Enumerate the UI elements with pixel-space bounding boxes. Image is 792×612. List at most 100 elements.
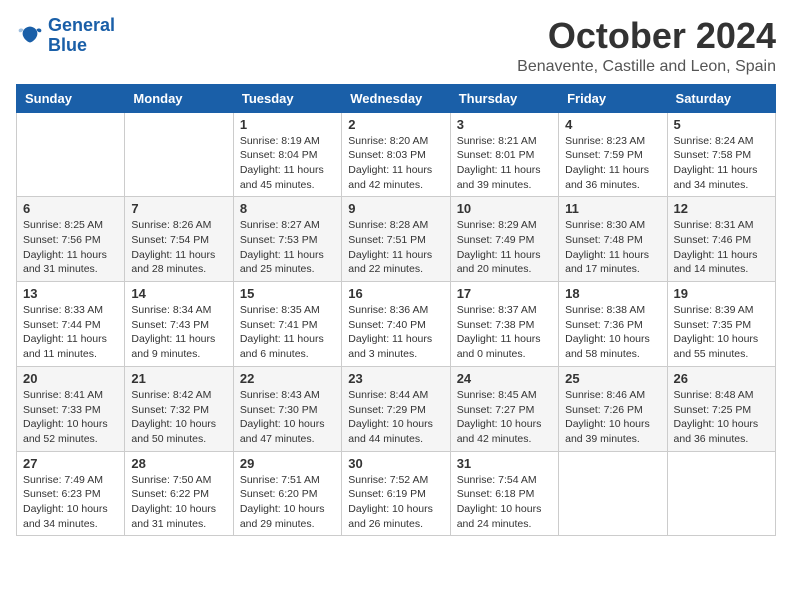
day-detail: Sunrise: 8:31 AMSunset: 7:46 PMDaylight:…	[674, 218, 769, 277]
day-number: 22	[240, 371, 335, 386]
day-number: 1	[240, 117, 335, 132]
day-detail: Sunrise: 8:24 AMSunset: 7:58 PMDaylight:…	[674, 134, 769, 193]
day-number: 10	[457, 201, 552, 216]
day-number: 27	[23, 456, 118, 471]
day-detail: Sunrise: 8:26 AMSunset: 7:54 PMDaylight:…	[131, 218, 226, 277]
day-number: 11	[565, 201, 660, 216]
day-detail: Sunrise: 8:25 AMSunset: 7:56 PMDaylight:…	[23, 218, 118, 277]
day-number: 14	[131, 286, 226, 301]
day-detail: Sunrise: 8:38 AMSunset: 7:36 PMDaylight:…	[565, 303, 660, 362]
calendar-cell: 31 Sunrise: 7:54 AMSunset: 6:18 PMDayligh…	[450, 451, 558, 536]
day-number: 9	[348, 201, 443, 216]
calendar-week-row: 27 Sunrise: 7:49 AMSunset: 6:23 PMDayligh…	[17, 451, 776, 536]
calendar-cell: 21 Sunrise: 8:42 AMSunset: 7:32 PMDayligh…	[125, 366, 233, 451]
calendar-cell: 19Sunrise: 8:39 AMSunset: 7:35 PMDayligh…	[667, 282, 775, 367]
day-detail: Sunrise: 8:41 AMSunset: 7:33 PMDaylight:…	[23, 388, 118, 447]
calendar-cell	[125, 112, 233, 197]
day-number: 7	[131, 201, 226, 216]
day-detail: Sunrise: 8:29 AMSunset: 7:49 PMDaylight:…	[457, 218, 552, 277]
day-number: 20	[23, 371, 118, 386]
day-detail: Sunrise: 7:49 AMSunset: 6:23 PMDaylight:…	[23, 473, 118, 532]
weekday-header-tuesday: Tuesday	[233, 84, 341, 112]
weekday-header-sunday: Sunday	[17, 84, 125, 112]
day-number: 26	[674, 371, 769, 386]
logo-icon	[16, 22, 44, 50]
calendar-cell: 17 Sunrise: 8:37 AMSunset: 7:38 PMDayligh…	[450, 282, 558, 367]
day-detail: Sunrise: 8:33 AMSunset: 7:44 PMDaylight:…	[23, 303, 118, 362]
day-detail: Sunrise: 8:27 AMSunset: 7:53 PMDaylight:…	[240, 218, 335, 277]
calendar-cell: 23Sunrise: 8:44 AMSunset: 7:29 PMDayligh…	[342, 366, 450, 451]
day-detail: Sunrise: 8:34 AMSunset: 7:43 PMDaylight:…	[131, 303, 226, 362]
calendar-table: SundayMondayTuesdayWednesdayThursdayFrid…	[16, 84, 776, 537]
calendar-week-row: 1 Sunrise: 8:19 AMSunset: 8:04 PMDaylight…	[17, 112, 776, 197]
day-number: 21	[131, 371, 226, 386]
day-number: 13	[23, 286, 118, 301]
day-number: 4	[565, 117, 660, 132]
month-title: October 2024	[517, 16, 776, 56]
day-number: 15	[240, 286, 335, 301]
day-number: 3	[457, 117, 552, 132]
day-detail: Sunrise: 7:50 AMSunset: 6:22 PMDaylight:…	[131, 473, 226, 532]
day-detail: Sunrise: 7:51 AMSunset: 6:20 PMDaylight:…	[240, 473, 335, 532]
calendar-cell: 24 Sunrise: 8:45 AMSunset: 7:27 PMDayligh…	[450, 366, 558, 451]
calendar-cell: 4 Sunrise: 8:23 AMSunset: 7:59 PMDaylight…	[559, 112, 667, 197]
day-detail: Sunrise: 8:20 AMSunset: 8:03 PMDaylight:…	[348, 134, 443, 193]
day-detail: Sunrise: 8:46 AMSunset: 7:26 PMDaylight:…	[565, 388, 660, 447]
day-number: 29	[240, 456, 335, 471]
calendar-cell: 6 Sunrise: 8:25 AMSunset: 7:56 PMDaylight…	[17, 197, 125, 282]
logo: General Blue	[16, 16, 115, 56]
calendar-cell: 13 Sunrise: 8:33 AMSunset: 7:44 PMDayligh…	[17, 282, 125, 367]
day-detail: Sunrise: 8:42 AMSunset: 7:32 PMDaylight:…	[131, 388, 226, 447]
calendar-cell	[667, 451, 775, 536]
weekday-header-friday: Friday	[559, 84, 667, 112]
calendar-cell: 8Sunrise: 8:27 AMSunset: 7:53 PMDaylight…	[233, 197, 341, 282]
day-number: 6	[23, 201, 118, 216]
calendar-cell: 26 Sunrise: 8:48 AMSunset: 7:25 PMDayligh…	[667, 366, 775, 451]
calendar-cell: 12 Sunrise: 8:31 AMSunset: 7:46 PMDayligh…	[667, 197, 775, 282]
day-detail: Sunrise: 8:43 AMSunset: 7:30 PMDaylight:…	[240, 388, 335, 447]
day-detail: Sunrise: 8:19 AMSunset: 8:04 PMDaylight:…	[240, 134, 335, 193]
calendar-cell: 16Sunrise: 8:36 AMSunset: 7:40 PMDayligh…	[342, 282, 450, 367]
calendar-cell: 25 Sunrise: 8:46 AMSunset: 7:26 PMDayligh…	[559, 366, 667, 451]
day-number: 2	[348, 117, 443, 132]
location-title: Benavente, Castille and Leon, Spain	[517, 58, 776, 76]
day-number: 18	[565, 286, 660, 301]
day-number: 23	[348, 371, 443, 386]
logo-text: General Blue	[48, 16, 115, 56]
day-detail: Sunrise: 8:30 AMSunset: 7:48 PMDaylight:…	[565, 218, 660, 277]
calendar-cell: 1 Sunrise: 8:19 AMSunset: 8:04 PMDaylight…	[233, 112, 341, 197]
weekday-header-monday: Monday	[125, 84, 233, 112]
calendar-cell: 7 Sunrise: 8:26 AMSunset: 7:54 PMDaylight…	[125, 197, 233, 282]
calendar-cell: 14 Sunrise: 8:34 AMSunset: 7:43 PMDayligh…	[125, 282, 233, 367]
day-detail: Sunrise: 7:52 AMSunset: 6:19 PMDaylight:…	[348, 473, 443, 532]
day-detail: Sunrise: 8:45 AMSunset: 7:27 PMDaylight:…	[457, 388, 552, 447]
calendar-cell: 30 Sunrise: 7:52 AMSunset: 6:19 PMDayligh…	[342, 451, 450, 536]
calendar-cell: 28 Sunrise: 7:50 AMSunset: 6:22 PMDayligh…	[125, 451, 233, 536]
day-detail: Sunrise: 8:48 AMSunset: 7:25 PMDaylight:…	[674, 388, 769, 447]
calendar-week-row: 13 Sunrise: 8:33 AMSunset: 7:44 PMDayligh…	[17, 282, 776, 367]
calendar-cell: 18 Sunrise: 8:38 AMSunset: 7:36 PMDayligh…	[559, 282, 667, 367]
weekday-header-wednesday: Wednesday	[342, 84, 450, 112]
weekday-header-row: SundayMondayTuesdayWednesdayThursdayFrid…	[17, 84, 776, 112]
day-number: 28	[131, 456, 226, 471]
day-number: 19	[674, 286, 769, 301]
calendar-cell: 20 Sunrise: 8:41 AMSunset: 7:33 PMDayligh…	[17, 366, 125, 451]
day-number: 12	[674, 201, 769, 216]
calendar-cell: 3 Sunrise: 8:21 AMSunset: 8:01 PMDaylight…	[450, 112, 558, 197]
day-number: 25	[565, 371, 660, 386]
day-detail: Sunrise: 8:21 AMSunset: 8:01 PMDaylight:…	[457, 134, 552, 193]
calendar-cell: 10 Sunrise: 8:29 AMSunset: 7:49 PMDayligh…	[450, 197, 558, 282]
page-header: General Blue October 2024 Benavente, Cas…	[16, 16, 776, 76]
day-detail: Sunrise: 7:54 AMSunset: 6:18 PMDaylight:…	[457, 473, 552, 532]
calendar-week-row: 20 Sunrise: 8:41 AMSunset: 7:33 PMDayligh…	[17, 366, 776, 451]
day-number: 17	[457, 286, 552, 301]
day-number: 24	[457, 371, 552, 386]
calendar-cell: 2 Sunrise: 8:20 AMSunset: 8:03 PMDaylight…	[342, 112, 450, 197]
weekday-header-saturday: Saturday	[667, 84, 775, 112]
day-detail: Sunrise: 8:23 AMSunset: 7:59 PMDaylight:…	[565, 134, 660, 193]
day-detail: Sunrise: 8:35 AMSunset: 7:41 PMDaylight:…	[240, 303, 335, 362]
day-number: 31	[457, 456, 552, 471]
day-detail: Sunrise: 8:37 AMSunset: 7:38 PMDaylight:…	[457, 303, 552, 362]
day-number: 30	[348, 456, 443, 471]
day-detail: Sunrise: 8:36 AMSunset: 7:40 PMDaylight:…	[348, 303, 443, 362]
